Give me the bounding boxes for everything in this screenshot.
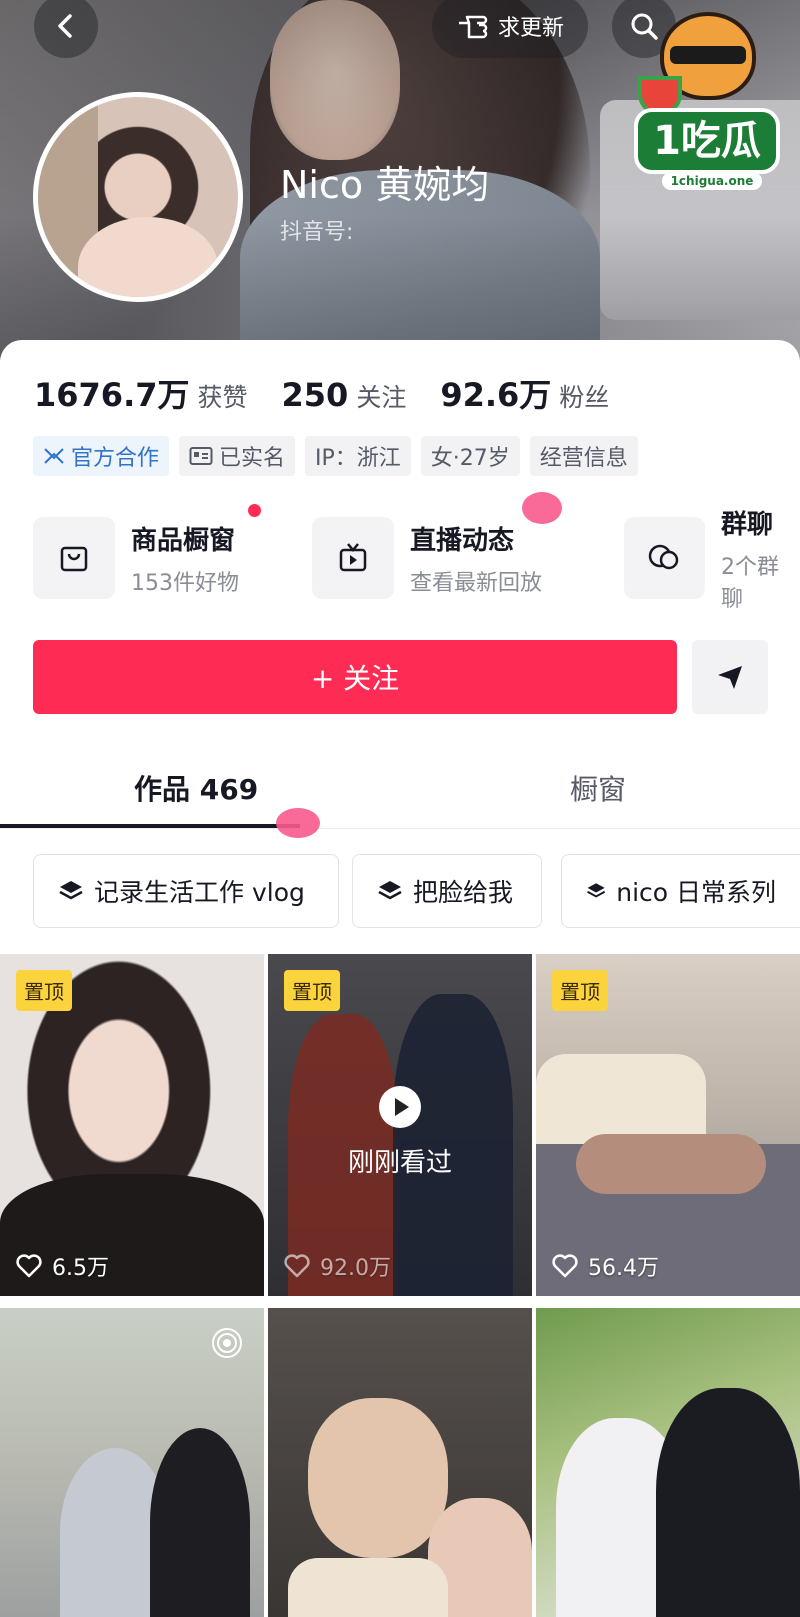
heart-icon — [284, 1254, 310, 1278]
chevron-left-icon — [58, 14, 72, 38]
pinned-badge: 置顶 — [16, 970, 72, 1011]
live-broadcast-icon — [212, 1328, 242, 1358]
share-button[interactable] — [692, 640, 768, 714]
pinned-badge: 置顶 — [284, 970, 340, 1011]
pointing-hand-icon — [458, 15, 488, 39]
collection-chip[interactable]: nico 日常系列 — [561, 854, 800, 928]
like-count: 92.0万 — [284, 1250, 391, 1282]
video-thumbnail[interactable] — [268, 1308, 532, 1617]
following-count[interactable]: 250 — [282, 376, 349, 414]
play-icon — [379, 1086, 421, 1128]
profile-name: Nico 黄婉均 — [280, 163, 490, 207]
collection-chip[interactable]: 把脸给我 — [352, 854, 542, 928]
feature-subtitle: 查看最新回放 — [410, 570, 543, 596]
notification-dot — [248, 504, 261, 517]
douyin-id: 抖音号: — [280, 220, 354, 245]
send-arrow-icon — [718, 666, 742, 689]
likes-count[interactable]: 1676.7万 — [34, 370, 190, 416]
video-thumbnail[interactable]: 置顶 刚刚看过 92.0万 — [268, 954, 532, 1296]
collection-chip[interactable]: 记录生活工作 vlog — [33, 854, 339, 928]
video-thumbnail[interactable] — [0, 1308, 264, 1617]
recently-watched-label: 刚刚看过 — [347, 1148, 452, 1178]
feature-shop-window[interactable]: 商品橱窗 153件好物 — [33, 516, 239, 600]
chat-bubbles-icon — [649, 544, 679, 570]
video-thumbnail[interactable]: 置顶 6.5万 — [0, 954, 264, 1296]
watermark-logo: 1吃瓜 1chigua.one — [632, 12, 782, 192]
avatar[interactable] — [33, 92, 243, 302]
request-update-button[interactable]: 求更新 — [432, 0, 588, 58]
feature-subtitle: 2个群聊 — [720, 554, 779, 612]
floating-heart-effect — [276, 808, 320, 838]
likes-label: 获赞 — [197, 383, 248, 412]
profile-card: 1676.7万 获赞 250 关注 92.6万 粉丝 官方合作 已实名 IP：浙… — [0, 340, 800, 1617]
layers-icon — [59, 881, 83, 900]
watermark-logo-text: 1吃瓜 — [634, 108, 780, 174]
id-card-icon — [189, 447, 213, 465]
tag-gender-age: 女·27岁 — [420, 436, 520, 476]
heart-icon — [552, 1254, 578, 1278]
handshake-icon — [44, 448, 64, 464]
follow-button[interactable]: + 关注 — [33, 640, 677, 714]
layers-icon — [378, 881, 402, 900]
tag-verified[interactable]: 已实名 — [179, 436, 296, 476]
like-count: 6.5万 — [16, 1250, 109, 1282]
request-update-label: 求更新 — [497, 16, 564, 41]
floating-heart-effect — [522, 492, 562, 524]
feature-title: 商品橱窗 — [131, 525, 236, 556]
like-count: 56.4万 — [552, 1250, 659, 1282]
followers-count[interactable]: 92.6万 — [440, 370, 551, 416]
video-thumbnail[interactable] — [536, 1308, 800, 1617]
tab-works[interactable]: 作品 469 — [134, 768, 258, 808]
feature-title: 群聊 — [720, 509, 773, 540]
pinned-badge: 置顶 — [552, 970, 608, 1011]
profile-tags: 官方合作 已实名 IP：浙江 女·27岁 经营信息 — [33, 436, 638, 476]
heart-icon — [16, 1254, 42, 1278]
watermark-url: 1chigua.one — [662, 172, 762, 190]
tag-official-partner[interactable]: 官方合作 — [33, 436, 170, 476]
tv-icon — [339, 543, 367, 572]
tag-ip-location: IP：浙江 — [305, 436, 411, 476]
shopping-bag-icon — [60, 546, 88, 572]
layers-icon — [587, 883, 606, 898]
feature-title: 直播动态 — [410, 525, 515, 556]
feature-live-replay[interactable]: 直播动态 查看最新回放 — [312, 516, 542, 600]
profile-stats: 1676.7万 获赞 250 关注 92.6万 粉丝 — [34, 370, 643, 416]
feature-subtitle: 153件好物 — [131, 570, 239, 596]
video-thumbnail[interactable]: 置顶 56.4万 — [536, 954, 800, 1296]
tab-shop-window[interactable]: 橱窗 — [570, 768, 626, 808]
followers-label: 粉丝 — [559, 383, 610, 412]
following-label: 关注 — [356, 383, 407, 412]
feature-group-chat[interactable]: 群聊 2个群聊 — [624, 510, 800, 612]
tag-business-info[interactable]: 经营信息 — [529, 436, 638, 476]
